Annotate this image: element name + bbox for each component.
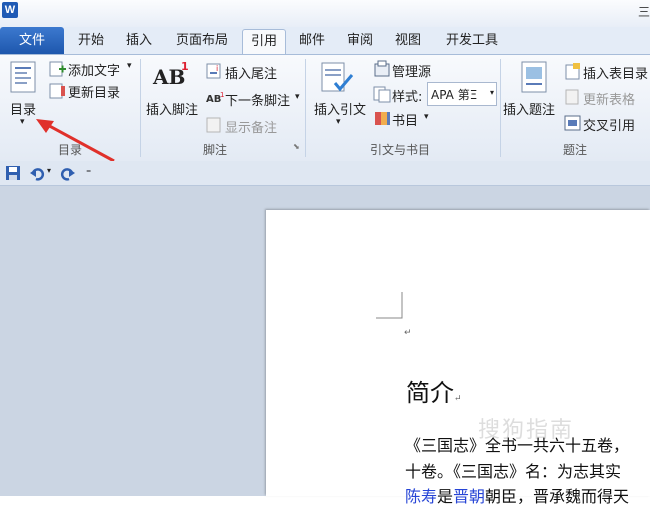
paragraph-mark: ↵ (404, 328, 412, 338)
show-notes-icon (206, 117, 221, 133)
paragraph-mark: ↵ (454, 394, 462, 404)
ribbon-tab-row: 文件 开始 插入 页面布局 引用 邮件 审阅 视图 开发工具 (0, 27, 650, 54)
chevron-down-icon[interactable]: ▾ (490, 88, 494, 97)
add-text-icon (49, 61, 66, 77)
footnote-dialog-launcher-icon[interactable]: ⬊ (293, 142, 300, 151)
update-toc-icon (49, 83, 65, 99)
tab-page-layout[interactable]: 页面布局 (170, 29, 234, 53)
style-label: 样式: (392, 90, 423, 105)
tab-mailings[interactable]: 邮件 (294, 29, 330, 53)
heading-text: 简介 (406, 379, 454, 407)
word-app-icon[interactable]: W (2, 2, 18, 18)
bibliography-dropdown-icon[interactable]: ▾ (424, 112, 429, 122)
body-text: 朝臣，晋承魏而得天 (485, 487, 630, 506)
next-footnote-button[interactable]: 下一条脚注 (225, 90, 290, 109)
redo-icon[interactable] (60, 165, 76, 181)
tab-review[interactable]: 审阅 (342, 29, 378, 53)
tab-developer[interactable]: 开发工具 (440, 29, 504, 53)
table-of-contents-icon[interactable] (10, 61, 36, 93)
insert-caption-icon[interactable] (520, 61, 548, 93)
insert-citation-button[interactable]: 插入引文 (314, 99, 366, 118)
toc-dropdown-icon[interactable]: ▾ (20, 117, 25, 127)
style-icon (373, 86, 391, 103)
add-text-dropdown-icon[interactable]: ▾ (127, 61, 132, 71)
save-icon[interactable] (5, 165, 21, 181)
citation-style-value: APA 第Ξ (431, 88, 478, 102)
insert-caption-button[interactable]: 插入题注 (503, 99, 555, 118)
body-line-2[interactable]: 十卷。《三国志》名：为志其实 (405, 458, 621, 482)
bibliography-icon (375, 112, 390, 125)
cross-reference-button[interactable]: 交叉引用 (583, 115, 635, 134)
body-text: 是 (437, 487, 454, 506)
quick-access-toolbar: ▾ ₌ (0, 161, 650, 186)
show-notes-button[interactable]: 显示备注 (225, 117, 277, 136)
manage-sources-icon (374, 60, 390, 77)
link-chen-shou[interactable]: 陈寿 (405, 487, 437, 506)
tab-references[interactable]: 引用 (242, 29, 286, 54)
group-label-citations: 引文与书目 (369, 143, 430, 157)
margin-corner-mark (376, 292, 403, 319)
svg-text:i: i (216, 64, 218, 73)
insert-footnote-button[interactable]: 插入脚注 (146, 99, 198, 118)
group-label-footnotes: 脚注 (202, 143, 227, 157)
customize-qat-icon[interactable]: ₌ (86, 165, 91, 176)
undo-icon[interactable] (29, 165, 45, 181)
tab-view[interactable]: 视图 (390, 29, 426, 53)
window-title: 三 (637, 5, 650, 19)
group-label-captions: 题注 (562, 143, 587, 157)
update-table-button[interactable]: 更新表格 (583, 89, 635, 108)
tab-insert[interactable]: 插入 (121, 29, 157, 53)
body-line-3[interactable]: 陈寿是晋朝朝臣，晋承魏而得天 (405, 483, 629, 507)
update-toc-button[interactable]: 更新目录 (68, 82, 120, 101)
insert-table-of-figures-icon (565, 63, 580, 80)
insert-endnote-icon: i (206, 63, 221, 79)
insert-citation-dropdown-icon[interactable]: ▾ (336, 117, 341, 127)
title-bar: W 三 (0, 0, 650, 27)
citation-style-select[interactable]: APA 第Ξ ▾ (427, 82, 497, 106)
insert-citation-icon[interactable] (320, 61, 354, 95)
document-heading[interactable]: 简介↵ (406, 373, 462, 408)
svg-text:1: 1 (220, 91, 224, 99)
bibliography-button[interactable]: 书目 (392, 110, 418, 129)
footnote-superscript-glyph: 1 (181, 60, 189, 73)
insert-table-of-figures-button[interactable]: 插入表目录 (583, 63, 648, 82)
tab-home[interactable]: 开始 (72, 29, 110, 53)
cross-reference-icon (564, 115, 581, 131)
next-footnote-icon: AB 1 (206, 91, 224, 105)
next-footnote-dropdown-icon[interactable]: ▾ (295, 92, 300, 102)
update-table-icon (565, 89, 579, 105)
body-line-1[interactable]: 《三国志》全书一共六十五卷， (405, 432, 629, 456)
insert-endnote-button[interactable]: 插入尾注 (225, 63, 277, 82)
add-text-button[interactable]: 添加文字 (68, 60, 120, 79)
manage-sources-button[interactable]: 管理源 (392, 61, 431, 80)
tab-file[interactable]: 文件 (0, 27, 64, 54)
link-jin-dynasty[interactable]: 晋朝 (453, 487, 485, 506)
red-arrow-annotation (36, 119, 115, 163)
undo-dropdown-icon[interactable]: ▾ (47, 166, 51, 175)
